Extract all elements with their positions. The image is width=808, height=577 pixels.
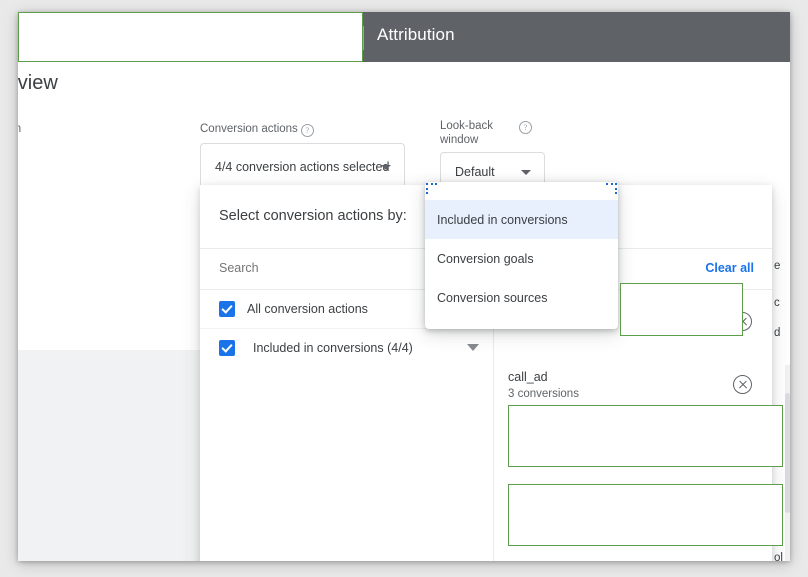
conversion-actions-label: Conversion actions? <box>200 122 405 137</box>
redaction-box <box>508 484 783 546</box>
screenshot-root: Attribution erview sion Conversion actio… <box>0 0 808 577</box>
help-circle-icon[interactable]: ? <box>300 124 314 137</box>
dropdown-title: Select conversion actions by: <box>219 208 407 224</box>
select-by-submenu: Included in conversions Conversion goals… <box>425 182 618 329</box>
background-text-sliver: ol <box>774 552 783 561</box>
background-text-sliver: d <box>774 327 781 339</box>
page-title-row: erview <box>18 62 790 110</box>
menu-item-label: Included in conversions <box>437 212 568 227</box>
menu-item-conversion-goals[interactable]: Conversion goals <box>425 239 618 278</box>
help-circle-icon[interactable]: ? <box>519 121 532 134</box>
remove-circle-icon[interactable] <box>733 375 752 394</box>
list-item[interactable]: Included in conversions (4/4) <box>200 328 493 367</box>
conversion-actions-control: Conversion actions? 4/4 conversion actio… <box>200 122 405 191</box>
list-item-label: All conversion actions <box>247 301 368 316</box>
app-header-title: Attribution <box>377 25 455 44</box>
menu-item-included-in-conversions[interactable]: Included in conversions <box>425 200 618 239</box>
list-item-label: Included in conversions (4/4) <box>253 340 413 355</box>
lookback-label-line1: Look-back <box>440 120 494 132</box>
chevron-down-icon <box>381 165 391 170</box>
search-input[interactable] <box>219 261 459 275</box>
header-divider <box>363 26 364 50</box>
dropdown-options-list: All conversion actions Included in conve… <box>200 289 494 561</box>
background-text-sliver: c <box>774 297 780 309</box>
conversion-actions-value: 4/4 conversion actions selected <box>215 160 390 174</box>
left-gray-panel <box>18 350 201 561</box>
menu-item-label: Conversion goals <box>437 251 534 266</box>
page-scrollbar-thumb[interactable] <box>785 393 790 513</box>
menu-item-label: Conversion sources <box>437 290 548 305</box>
selected-item-name: call_ad <box>508 370 548 384</box>
redaction-box <box>620 283 743 336</box>
redaction-box <box>508 405 783 467</box>
redaction-box <box>18 12 363 62</box>
chevron-down-icon <box>521 170 531 175</box>
conversion-actions-select[interactable]: 4/4 conversion actions selected <box>200 143 405 191</box>
focus-indicator-corner <box>606 183 617 194</box>
dimension-label: sion <box>18 122 21 136</box>
selected-item-subtitle: 3 conversions <box>508 388 579 400</box>
filter-controls-row: sion Conversion actions? 4/4 conversion … <box>18 109 790 192</box>
focus-indicator-corner <box>426 183 437 194</box>
lookback-window-value: Default <box>455 165 495 179</box>
checkbox-checked-icon[interactable] <box>219 339 235 356</box>
lookback-window-label: Look-back? window <box>440 119 570 147</box>
left-content-card <box>18 185 201 350</box>
chevron-down-icon[interactable] <box>467 343 479 351</box>
checkbox-checked-icon[interactable] <box>219 300 235 317</box>
conversion-actions-label-text: Conversion actions <box>200 123 298 135</box>
menu-item-conversion-sources[interactable]: Conversion sources <box>425 278 618 317</box>
background-text-sliver: e <box>774 260 781 272</box>
clear-all-button[interactable]: Clear all <box>705 261 754 275</box>
page-title: erview <box>18 72 58 94</box>
lookback-label-line2: window <box>440 134 479 146</box>
